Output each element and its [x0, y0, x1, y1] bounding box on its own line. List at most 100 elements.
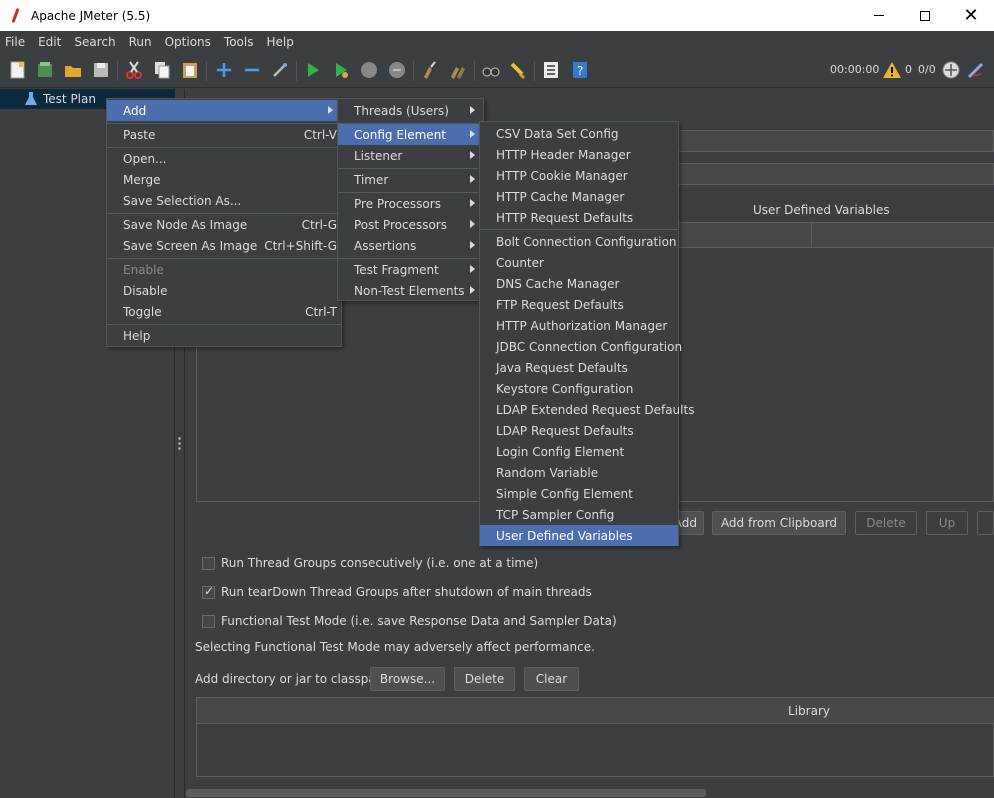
menu-item-test-fragment[interactable]: Test Fragment — [338, 259, 483, 280]
help-button[interactable]: ? — [569, 59, 591, 81]
new-button[interactable] — [7, 59, 29, 81]
maximize-button[interactable] — [902, 0, 948, 31]
library-header: Library — [197, 698, 994, 724]
menu-options[interactable]: Options — [165, 35, 211, 49]
menu-item-login-config[interactable]: Login Config Element — [480, 441, 678, 462]
clear-classpath-button[interactable]: Clear — [524, 667, 579, 691]
teardown-option[interactable]: Run tearDown Thread Groups after shutdow… — [202, 584, 592, 599]
log-viewer-button[interactable] — [965, 59, 987, 81]
shutdown-button[interactable] — [386, 59, 408, 81]
comments-field[interactable] — [666, 163, 994, 185]
menu-edit[interactable]: Edit — [38, 35, 61, 49]
menu-item-disable[interactable]: Disable — [107, 280, 341, 301]
delete-classpath-button[interactable]: Delete — [454, 667, 515, 691]
menu-item-save-screen-image[interactable]: Save Screen As Image Ctrl+Shift-G — [107, 235, 341, 256]
menu-item-keystore-configuration[interactable]: Keystore Configuration — [480, 378, 678, 399]
menu-item-http-cache-manager[interactable]: HTTP Cache Manager — [480, 186, 678, 207]
save-icon — [94, 63, 108, 77]
consecutive-checkbox[interactable] — [202, 556, 215, 570]
collapse-button[interactable] — [241, 59, 263, 81]
horizontal-scrollbar[interactable] — [186, 789, 706, 797]
context-menu: Add Paste Ctrl-V Open... Merge Save Selec… — [106, 98, 342, 347]
menu-item-non-test-elements[interactable]: Non-Test Elements — [338, 280, 483, 301]
menu-item-user-defined-variables[interactable]: User Defined Variables — [480, 525, 678, 546]
menu-item-save-node-image[interactable]: Save Node As Image Ctrl-G — [107, 214, 341, 235]
menu-tools[interactable]: Tools — [224, 35, 254, 49]
menu-item-random-variable[interactable]: Random Variable — [480, 462, 678, 483]
consecutive-thread-groups-option[interactable]: Run Thread Groups consecutively (i.e. on… — [202, 556, 538, 570]
functional-mode-option[interactable]: Functional Test Mode (i.e. save Response… — [202, 614, 617, 628]
open-button[interactable] — [62, 59, 84, 81]
menu-search[interactable]: Search — [74, 35, 115, 49]
menu-item-dns-cache-manager[interactable]: DNS Cache Manager — [480, 273, 678, 294]
minimize-button[interactable] — [856, 0, 902, 31]
menu-item-http-request-defaults[interactable]: HTTP Request Defaults — [480, 207, 678, 228]
submenu-arrow-icon — [328, 106, 333, 114]
function-helper-button[interactable] — [540, 59, 562, 81]
menu-item-help[interactable]: Help — [107, 325, 341, 346]
menu-item-http-authorization-manager[interactable]: HTTP Authorization Manager — [480, 315, 678, 336]
library-table[interactable]: Library — [196, 697, 994, 777]
menu-item-add[interactable]: Add — [107, 100, 341, 121]
remote-status-button[interactable] — [940, 59, 962, 81]
menu-item-merge[interactable]: Merge — [107, 169, 341, 190]
save-button[interactable] — [90, 59, 112, 81]
stop-button[interactable] — [358, 59, 380, 81]
templates-button[interactable] — [34, 59, 56, 81]
add-from-clipboard-button[interactable]: Add from Clipboard — [712, 511, 846, 535]
reset-search-broom-icon — [510, 62, 526, 80]
menu-item-tcp-sampler-config[interactable]: TCP Sampler Config — [480, 504, 678, 525]
menu-item-pre-processors[interactable]: Pre Processors — [338, 193, 483, 214]
menu-item-assertions[interactable]: Assertions — [338, 235, 483, 256]
down-button[interactable] — [977, 511, 994, 535]
start-no-pauses-button[interactable] — [330, 59, 352, 81]
browse-button[interactable]: Browse... — [370, 667, 445, 691]
menu-item-config-element[interactable]: Config Element — [338, 124, 483, 145]
column-separator — [811, 223, 812, 247]
menu-item-counter[interactable]: Counter — [480, 252, 678, 273]
menu-item-jdbc-connection[interactable]: JDBC Connection Configuration — [480, 336, 682, 357]
reset-search-button[interactable] — [507, 59, 529, 81]
name-field[interactable] — [666, 130, 994, 152]
search-button[interactable] — [480, 59, 502, 81]
window-title: Apache JMeter (5.5) — [31, 8, 151, 23]
toggle-button[interactable] — [269, 59, 291, 81]
clear-button[interactable] — [419, 59, 441, 81]
copy-button[interactable] — [151, 59, 173, 81]
menu-item-http-header-manager[interactable]: HTTP Header Manager — [480, 144, 678, 165]
menu-run[interactable]: Run — [129, 35, 152, 49]
warning-button[interactable] — [881, 59, 903, 81]
warning-icon — [883, 62, 901, 78]
paste-button[interactable] — [179, 59, 201, 81]
cut-button[interactable] — [123, 59, 145, 81]
start-button[interactable] — [302, 59, 324, 81]
menu-item-ldap-request-defaults[interactable]: LDAP Request Defaults — [480, 420, 678, 441]
menu-item-timer[interactable]: Timer — [338, 169, 483, 190]
menu-file[interactable]: File — [5, 35, 25, 49]
expand-button[interactable] — [213, 59, 235, 81]
close-button[interactable]: ✕ — [948, 0, 994, 31]
menu-item-bolt-connection[interactable]: Bolt Connection Configuration — [480, 231, 678, 252]
clear-all-button[interactable] — [447, 59, 469, 81]
menu-item-paste[interactable]: Paste Ctrl-V — [107, 124, 341, 145]
menu-item-listener[interactable]: Listener — [338, 145, 483, 166]
menu-item-post-processors[interactable]: Post Processors — [338, 214, 483, 235]
teardown-checkbox[interactable] — [202, 584, 215, 599]
menu-item-toggle[interactable]: Toggle Ctrl-T — [107, 301, 341, 322]
up-button[interactable]: Up — [926, 511, 968, 535]
menu-item-open[interactable]: Open... — [107, 148, 341, 169]
active-threads: 0/0 — [918, 63, 936, 76]
menu-item-threads[interactable]: Threads (Users) — [338, 100, 483, 121]
menu-item-save-selection[interactable]: Save Selection As... — [107, 190, 341, 211]
menu-item-enable: Enable — [123, 262, 164, 277]
menu-item-ftp-request-defaults[interactable]: FTP Request Defaults — [480, 294, 678, 315]
menu-help[interactable]: Help — [266, 35, 293, 49]
menu-item-http-cookie-manager[interactable]: HTTP Cookie Manager — [480, 165, 678, 186]
clear-all-broom-icon — [451, 67, 465, 79]
menu-item-ldap-extended-defaults[interactable]: LDAP Extended Request Defaults — [480, 399, 694, 420]
menu-item-java-request-defaults[interactable]: Java Request Defaults — [480, 357, 678, 378]
menu-item-csv-data-set[interactable]: CSV Data Set Config — [480, 123, 678, 144]
menu-item-simple-config[interactable]: Simple Config Element — [480, 483, 678, 504]
functional-mode-checkbox[interactable] — [202, 614, 215, 628]
delete-variable-button[interactable]: Delete — [855, 511, 917, 535]
